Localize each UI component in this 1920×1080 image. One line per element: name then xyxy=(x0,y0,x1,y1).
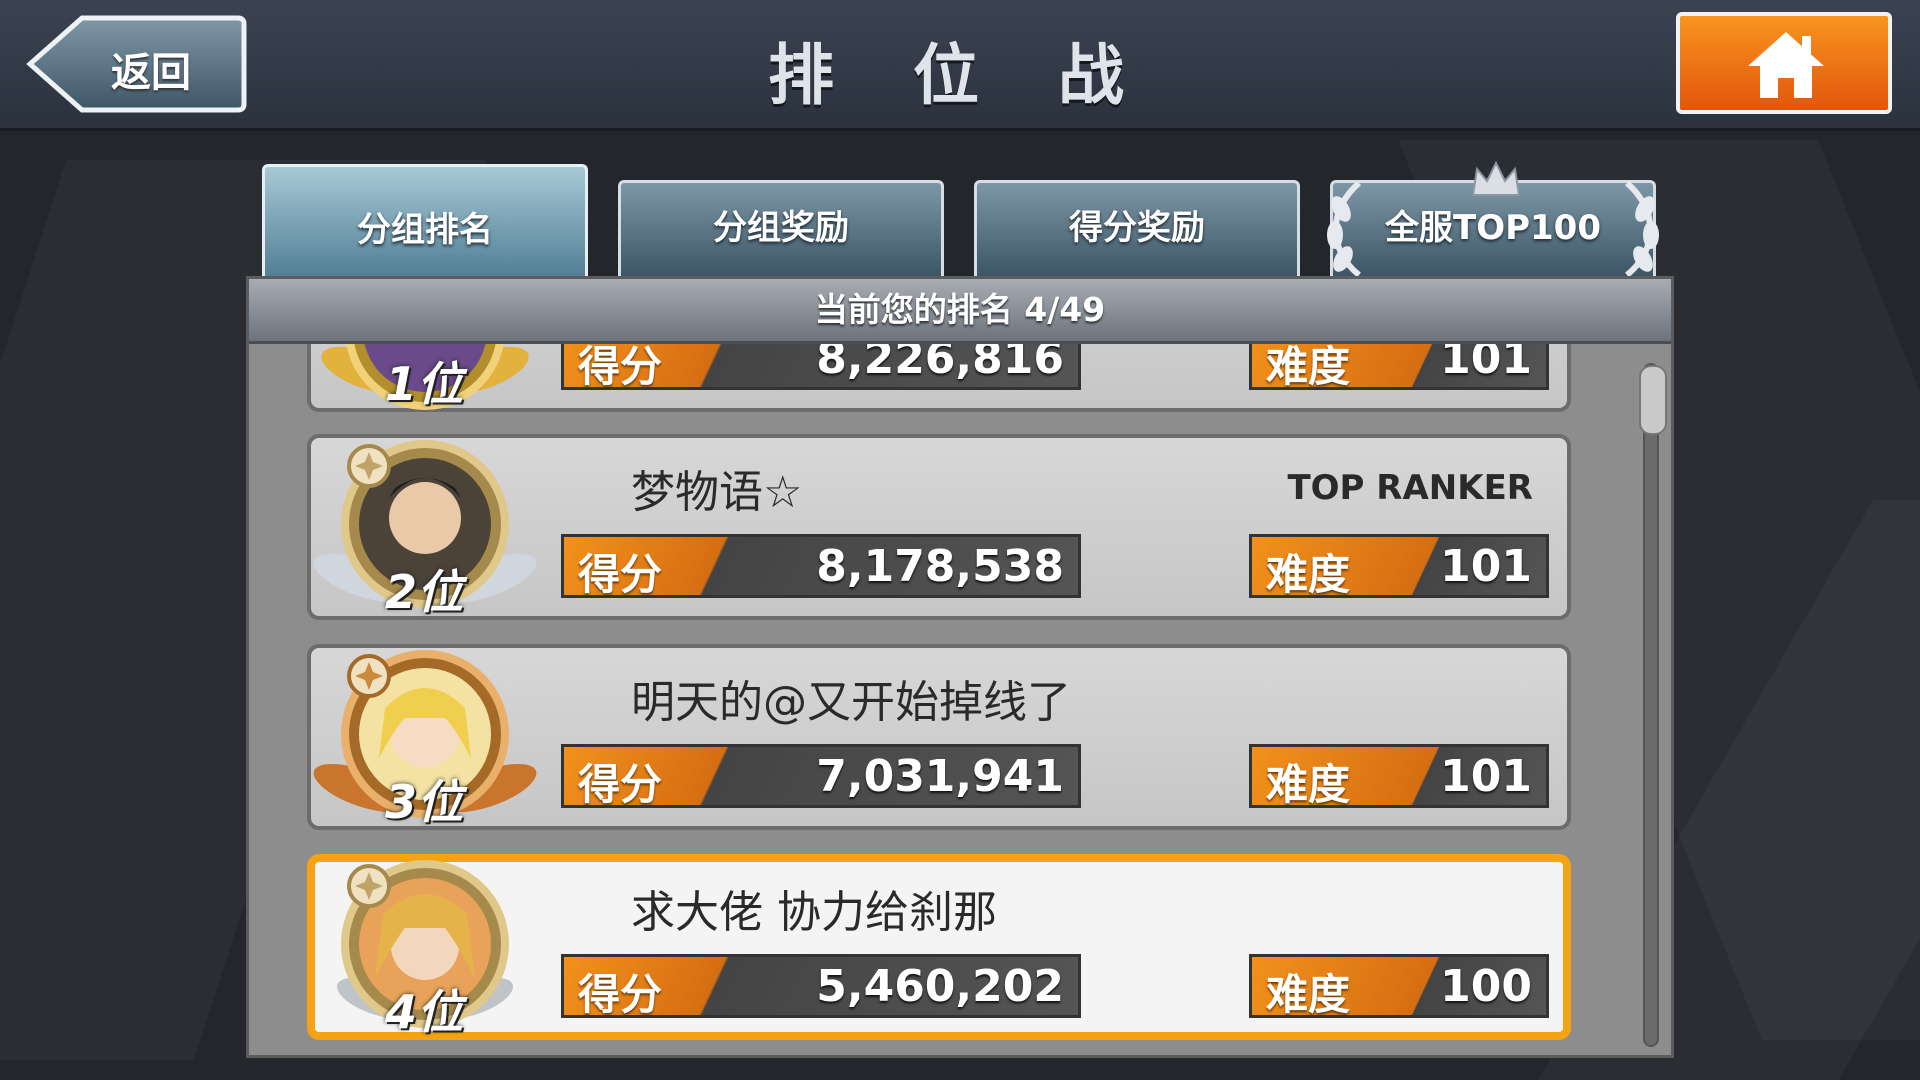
rank-label: 4位 xyxy=(385,985,464,1039)
rank-label: 1位 xyxy=(385,357,464,411)
player-name: 梦物语☆ xyxy=(631,467,803,518)
difficulty-field: 难度 101 xyxy=(1249,534,1549,598)
difficulty-field: 难度 101 xyxy=(1249,744,1549,808)
header-bar: 返回 排 位 战 xyxy=(0,0,1920,131)
rank-badge-silver: 2位 xyxy=(305,428,545,628)
score-label: 得分 xyxy=(578,760,663,808)
difficulty-field: 难度 100 xyxy=(1249,954,1549,1018)
score-value: 8,226,816 xyxy=(816,344,1064,384)
rank-badge-gold: 1位 xyxy=(305,344,545,420)
difficulty-label: 难度 xyxy=(1266,550,1351,598)
tab-server-top100-label: 全服TOP100 xyxy=(1385,208,1601,248)
crown-icon xyxy=(1471,161,1521,196)
ranking-row-4-current-player[interactable]: 求大佬 协力给刹那 得分 5,460,202 难度 100 4位 xyxy=(307,854,1571,1040)
score-label: 得分 xyxy=(578,344,663,390)
rank-badge-plain: 4位 xyxy=(305,848,545,1048)
score-field: 得分 8,226,816 xyxy=(561,344,1081,390)
player-name: 明天的@又开始掉线了 xyxy=(631,677,1071,728)
score-field: 得分 7,031,941 xyxy=(561,744,1081,808)
score-field: 得分 5,460,202 xyxy=(561,954,1081,1018)
tab-group-ranking[interactable]: 分组排名 xyxy=(262,164,588,276)
score-label: 得分 xyxy=(578,550,663,598)
current-rank-bar: 当前您的排名 4/49 xyxy=(249,279,1671,344)
score-field: 得分 8,178,538 xyxy=(561,534,1081,598)
score-label: 得分 xyxy=(578,970,663,1018)
rank-label: 2位 xyxy=(385,565,464,619)
home-button[interactable] xyxy=(1676,12,1892,114)
tab-group-rewards[interactable]: 分组奖励 xyxy=(618,180,944,276)
difficulty-label: 难度 xyxy=(1266,970,1351,1018)
player-title: TOP RANKER xyxy=(1287,468,1533,508)
laurel-left-icon xyxy=(1327,180,1362,278)
laurel-right-icon xyxy=(1624,180,1659,278)
tab-score-rewards[interactable]: 得分奖励 xyxy=(974,180,1300,276)
score-value: 5,460,202 xyxy=(816,961,1064,1012)
difficulty-value: 100 xyxy=(1440,961,1532,1012)
difficulty-label: 难度 xyxy=(1266,760,1351,808)
player-name: 求大佬 协力给刹那 xyxy=(631,887,997,938)
tab-server-top100[interactable]: 全服TOP100 xyxy=(1327,161,1659,278)
scrollbar[interactable] xyxy=(1639,363,1667,1047)
ranking-row-3[interactable]: 明天的@又开始掉线了 得分 7,031,941 难度 101 3位 xyxy=(307,644,1571,830)
ranking-row-1[interactable]: 得分 8,226,816 难度 101 1位 xyxy=(307,344,1571,412)
ranking-row-2[interactable]: 梦物语☆ TOP RANKER 得分 8,178,538 难度 101 2位 xyxy=(307,434,1571,620)
difficulty-value: 101 xyxy=(1440,344,1532,384)
ranking-list[interactable]: 得分 8,226,816 难度 101 1位 梦物语☆ TOP RANKER 得… xyxy=(249,344,1671,1058)
page-title: 排 位 战 xyxy=(768,37,1152,114)
rank-label: 3位 xyxy=(385,775,464,829)
score-value: 7,031,941 xyxy=(816,751,1064,802)
difficulty-field: 难度 101 xyxy=(1249,344,1549,390)
score-value: 8,178,538 xyxy=(816,541,1064,592)
rank-badge-bronze: 3位 xyxy=(305,638,545,838)
difficulty-value: 101 xyxy=(1440,751,1532,802)
difficulty-value: 101 xyxy=(1440,541,1532,592)
difficulty-label: 难度 xyxy=(1266,344,1351,390)
home-icon xyxy=(1748,32,1824,98)
ranking-panel: 当前您的排名 4/49 得分 8,226,816 难度 101 1位 梦物语☆ … xyxy=(246,276,1674,1058)
scrollbar-thumb[interactable] xyxy=(1639,365,1667,435)
